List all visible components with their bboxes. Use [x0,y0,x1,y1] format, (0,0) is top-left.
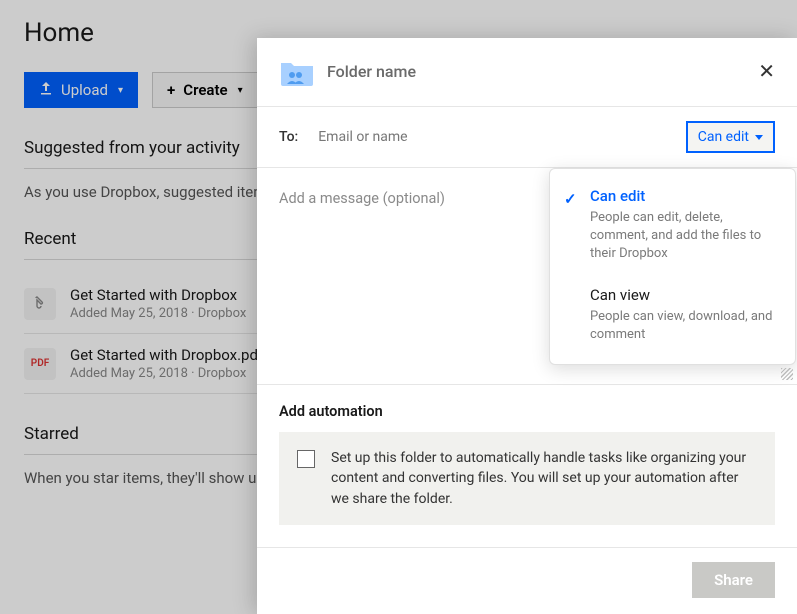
modal-footer: Share [257,547,797,614]
email-input[interactable] [318,129,666,145]
permission-option-edit[interactable]: ✓ Can edit People can edit, delete, comm… [550,177,795,276]
chevron-down-icon [755,135,763,140]
option-title: Can edit [590,187,779,205]
modal-header: ✕ [257,38,797,107]
modal-body: ✓ Can edit People can edit, delete, comm… [257,168,797,385]
automation-section: Add automation Set up this folder to aut… [257,385,797,547]
permission-option-view[interactable]: Can view People can view, download, and … [550,276,795,356]
share-modal: ✕ To: Can edit ✓ Can edit People can edi… [257,38,797,614]
permission-dropdown-button[interactable]: Can edit [686,121,775,153]
shared-folder-icon [279,58,311,84]
to-label: To: [279,129,298,145]
automation-text: Set up this folder to automatically hand… [331,448,757,509]
permission-dropdown: ✓ Can edit People can edit, delete, comm… [549,168,796,365]
option-title: Can view [590,286,779,304]
resize-handle[interactable] [781,368,793,380]
automation-box: Set up this folder to automatically hand… [279,432,775,525]
share-button[interactable]: Share [692,562,775,598]
close-icon[interactable]: ✕ [758,61,775,81]
check-icon: ✓ [564,190,577,208]
automation-title: Add automation [279,403,775,420]
automation-checkbox[interactable] [297,450,315,468]
permission-label: Can edit [698,129,749,145]
folder-name-input[interactable] [327,62,547,81]
option-desc: People can edit, delete, comment, and ad… [590,209,779,264]
to-row: To: Can edit [257,107,797,168]
option-desc: People can view, download, and comment [590,308,779,344]
